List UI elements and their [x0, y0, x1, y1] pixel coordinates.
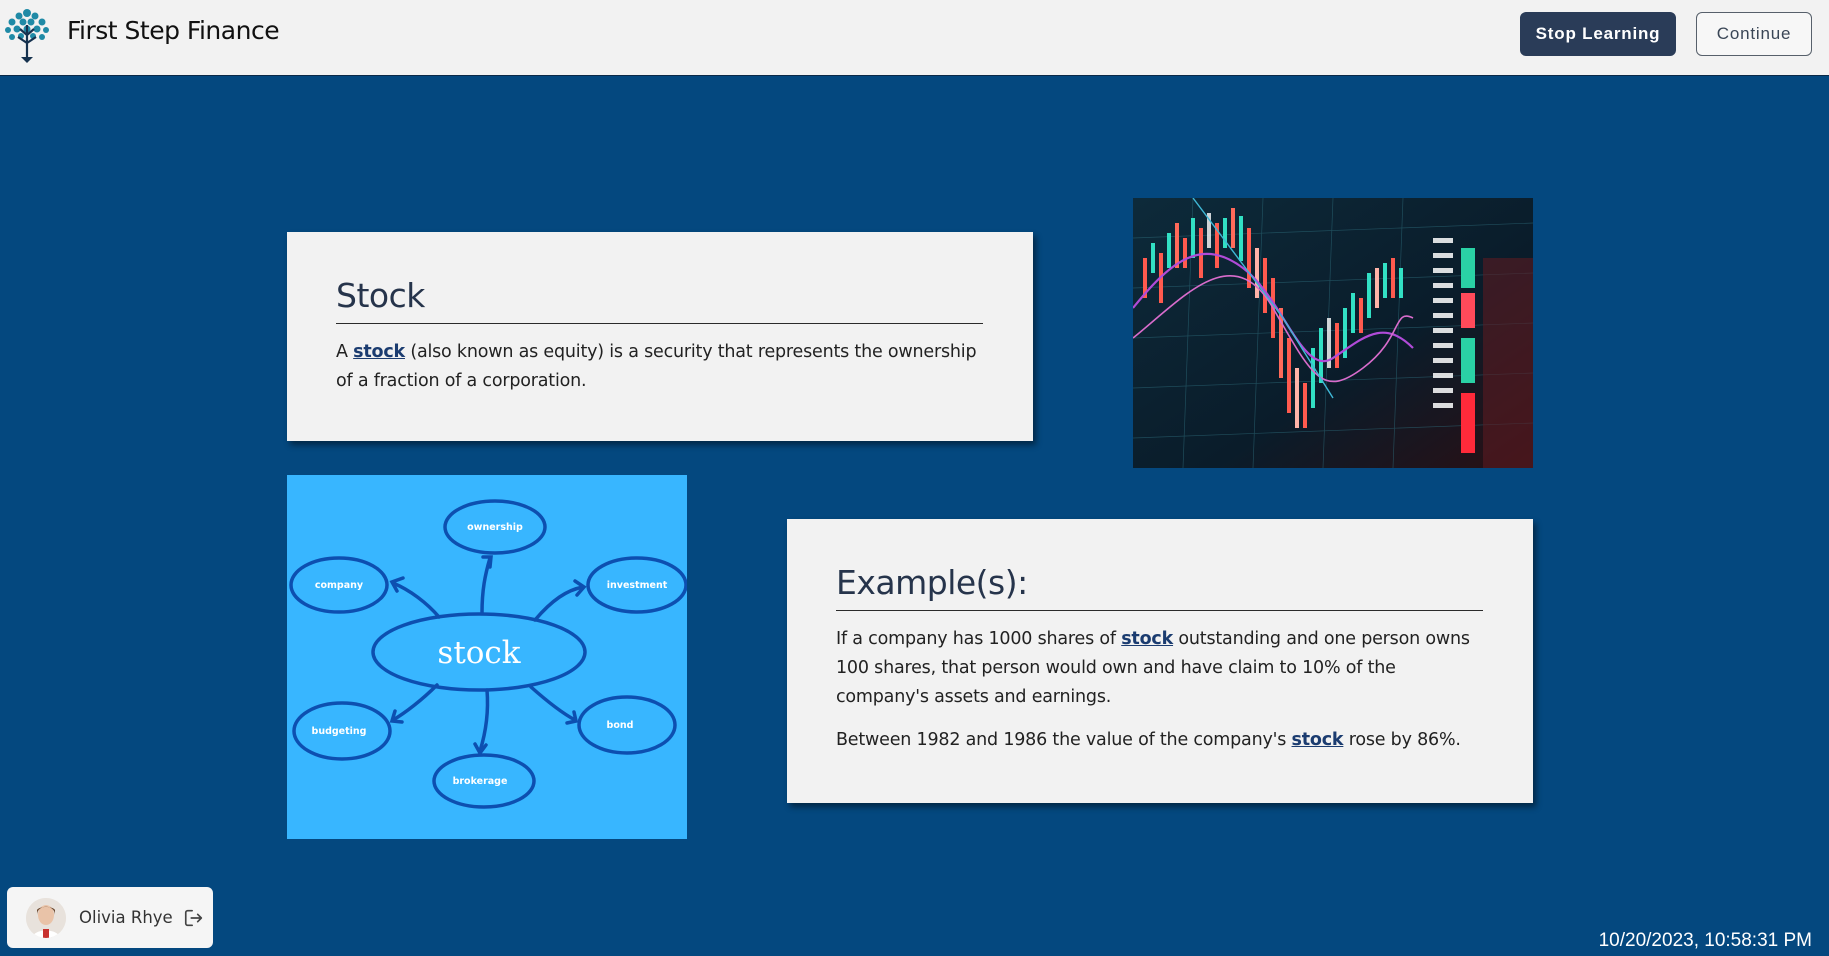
stock-chart-image	[1133, 198, 1533, 468]
user-name: Olivia Rhye	[79, 908, 173, 927]
stop-learning-button[interactable]: Stop Learning	[1520, 12, 1676, 56]
definition-text-before: A	[336, 342, 354, 362]
definition-text: A stock (also known as equity) is a secu…	[336, 338, 983, 396]
examples-card: Example(s): If a company has 1000 shares…	[787, 519, 1533, 803]
example-2-before: Between 1982 and 1986 the value of the c…	[836, 730, 1292, 750]
definition-card: Stock A stock (also known as equity) is …	[287, 232, 1033, 441]
mindmap-node-label: brokerage	[453, 776, 508, 787]
avatar[interactable]	[26, 897, 66, 938]
top-navigation-bar: First Step Finance Stop Learning Continu…	[0, 0, 1829, 76]
stock-mindmap-image: stock ownership investment bond brokerag…	[287, 475, 687, 839]
example-1-before: If a company has 1000 shares of	[836, 629, 1122, 649]
definition-text-after: (also known as equity) is a security tha…	[336, 342, 977, 391]
mindmap-node-label: ownership	[467, 522, 523, 533]
mindmap-node-label: investment	[607, 580, 668, 591]
example-2-after: rose by 86%.	[1343, 730, 1461, 750]
stock-term-link[interactable]: stock	[353, 342, 405, 362]
examples-title: Example(s):	[836, 563, 1483, 611]
logout-icon[interactable]	[183, 907, 205, 929]
example-1-text: If a company has 1000 shares of stock ou…	[836, 625, 1483, 712]
definition-title: Stock	[336, 276, 983, 324]
stock-term-link[interactable]: stock	[1292, 730, 1344, 750]
stock-term-link[interactable]: stock	[1121, 629, 1173, 649]
brand-name: First Step Finance	[67, 16, 280, 45]
mindmap-node-label: budgeting	[312, 726, 367, 737]
timestamp: 10/20/2023, 10:58:31 PM	[1598, 930, 1812, 951]
mindmap-node-label: company	[315, 580, 364, 591]
continue-button[interactable]: Continue	[1696, 12, 1812, 56]
example-2-text: Between 1982 and 1986 the value of the c…	[836, 726, 1483, 755]
user-profile-chip: Olivia Rhye	[7, 887, 213, 948]
mindmap-center-label: stock	[437, 635, 520, 671]
mindmap-node-label: bond	[607, 720, 634, 731]
tree-icon	[5, 9, 49, 63]
